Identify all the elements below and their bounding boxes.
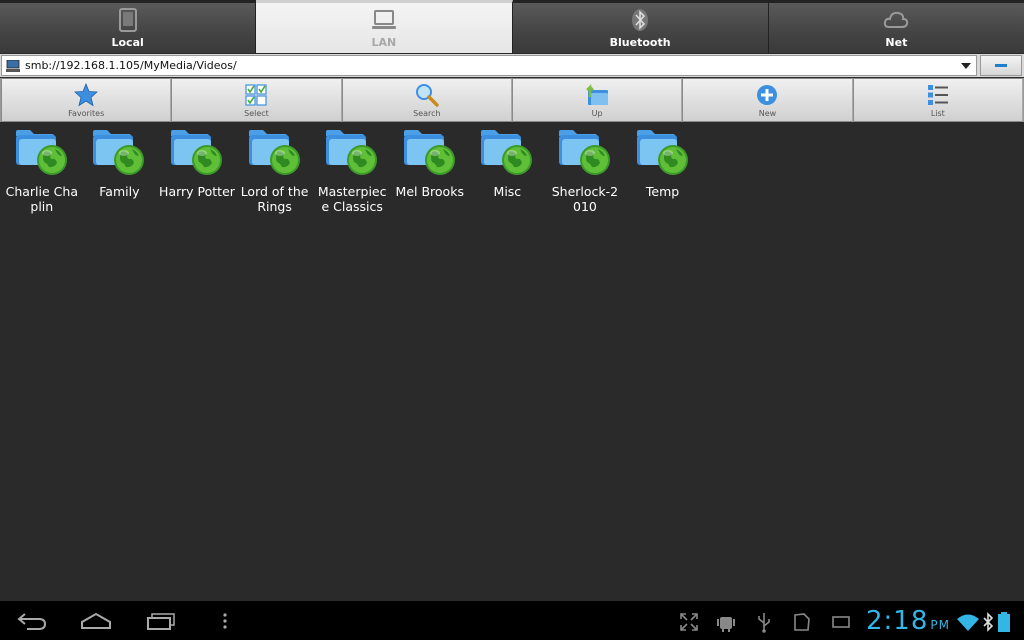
recent-apps-icon [147,613,175,630]
chevron-down-icon[interactable] [956,55,976,76]
favorites-button[interactable]: Favorites [1,78,172,122]
tab-net[interactable]: Net [768,0,1024,53]
folder-name: Masterpiec e Classics [317,184,387,214]
folder-name: Temp [645,184,680,199]
select-button[interactable]: Select [171,78,342,122]
favorites-label: Favorites [68,109,105,118]
path-text: smb://192.168.1.105/MyMedia/Videos/ [25,59,237,72]
sd-card-icon [794,613,810,631]
folder-item[interactable]: Masterpiec e Classics [313,124,391,220]
folder-item[interactable]: Temp [624,124,702,220]
folder-name: Lord of the Rings [240,184,309,214]
tab-bluetooth[interactable]: Bluetooth [512,0,769,53]
folder-item[interactable]: Mel Brooks [391,124,469,220]
network-folder-icon [326,130,378,175]
new-label: New [758,109,777,118]
tablet-icon [118,8,137,32]
tab-local-label: Local [111,36,144,49]
list-label: List [930,109,945,118]
folder-name: Charlie Chaplin [5,184,78,214]
network-folder-icon [93,130,145,175]
bluetooth-status-icon [983,612,994,632]
cloud-icon [884,11,909,28]
folder-name: Misc [493,184,522,199]
up-label: Up [591,109,603,118]
clock-time: 2:18 [866,606,929,636]
network-folder-icon [403,130,455,175]
tab-local[interactable]: Local [0,0,257,53]
tab-bluetooth-label: Bluetooth [609,36,671,49]
tab-lan[interactable]: LAN [256,0,513,53]
folder-name: Family [99,184,140,199]
folder-item[interactable]: Sherlock-2 010 [546,124,624,220]
search-label: Search [413,109,441,118]
path-bar: smb://192.168.1.105/MyMedia/Videos/ [0,54,1024,77]
folder-item[interactable]: Harry Potter [158,124,236,220]
select-grid-icon [245,84,268,106]
toolbar: Favorites Select Search Up New List [0,78,1024,122]
folder-name: Mel Brooks [395,184,464,199]
screenshot-icon [832,616,850,628]
star-icon [74,83,99,107]
system-bar: 2:18 PM [0,601,1024,640]
folder-item[interactable]: Lord of the Rings [236,124,314,220]
magnifier-icon [415,84,439,107]
computer-icon [6,59,20,72]
folder-item[interactable]: Family [81,124,159,220]
laptop-icon [371,10,396,29]
menu-button[interactable] [218,609,232,633]
folder-name: Harry Potter [159,184,235,199]
search-button[interactable]: Search [341,78,512,122]
tab-net-label: Net [885,36,908,49]
folder-item[interactable]: Charlie Chaplin [3,124,81,220]
network-folder-icon [636,130,688,175]
home-button[interactable] [80,609,112,633]
file-grid: Charlie Chaplin Family Harry Potter Lord… [0,124,1024,594]
network-folder-icon [558,130,610,175]
back-button[interactable] [16,609,48,633]
select-label: Select [244,109,269,118]
network-folder-icon [170,130,222,175]
network-folder-icon [248,130,300,175]
folder-item[interactable]: Misc [469,124,547,220]
recent-apps-button[interactable] [145,609,177,633]
clock: 2:18 PM [866,606,950,636]
collapse-button[interactable] [980,55,1022,76]
list-button[interactable]: List [852,78,1023,122]
overflow-menu-icon [223,613,227,629]
expand-icon [680,613,698,631]
up-button[interactable]: Up [511,78,683,122]
clock-ampm: PM [930,618,950,632]
back-icon [17,613,47,630]
battery-icon [998,612,1010,632]
minus-icon [995,63,1007,67]
android-debug-icon [717,617,735,632]
network-folder-icon [481,130,533,175]
tab-lan-label: LAN [371,36,397,49]
folder-name: Sherlock-2 010 [551,184,619,214]
bluetooth-icon [632,9,649,31]
list-icon [927,85,948,105]
wifi-icon [957,614,979,631]
plus-circle-icon [757,85,778,105]
usb-icon [758,613,770,633]
path-dropdown[interactable]: smb://192.168.1.105/MyMedia/Videos/ [1,55,977,76]
home-icon [81,612,111,629]
new-button[interactable]: New [682,78,853,122]
folder-up-icon [586,83,609,105]
network-folder-icon [15,130,67,175]
location-tabs: Local LAN Bluetooth Net [0,0,1024,53]
